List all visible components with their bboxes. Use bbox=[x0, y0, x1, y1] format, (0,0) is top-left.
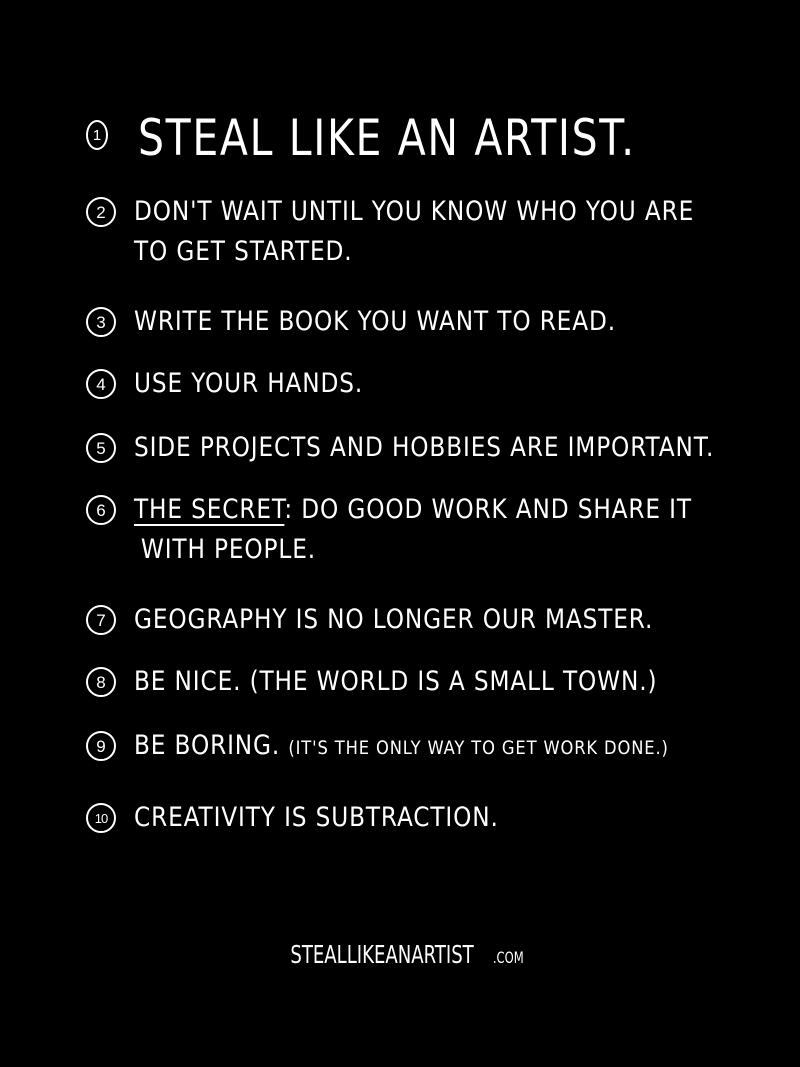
footer-tld: .com bbox=[492, 948, 524, 967]
rule-number-1: 1 bbox=[86, 120, 108, 150]
rule-text-6-line-1: The secret: do good work and share it bbox=[134, 490, 692, 530]
rule-text-3: Write the book you want to read. bbox=[134, 306, 616, 337]
rule-9: 9 Be boring. (It's the only way to get w… bbox=[86, 726, 766, 768]
rule-text-2-line-1: Don't wait until you know who you are bbox=[134, 196, 695, 227]
secret-highlight: The secret bbox=[134, 494, 285, 525]
rule-number-4: 4 bbox=[86, 369, 116, 399]
rule-number-8: 8 bbox=[86, 667, 116, 697]
rule-6: 6 The secret: do good work and share it … bbox=[86, 490, 766, 570]
rule-7: 7 Geography is no longer our master. bbox=[86, 600, 766, 640]
website-footer: StealLikeAnArtist .com bbox=[0, 940, 800, 969]
rule-4: 4 Use your hands. bbox=[86, 364, 766, 404]
rule-1: 1 Steal like an artist. bbox=[86, 108, 766, 168]
rule-8: 8 Be nice. (The world is a small town.) bbox=[86, 662, 766, 702]
rule-2: 2 Don't wait until you know who you are … bbox=[86, 192, 766, 272]
poster: 1 Steal like an artist. 2 Don't wait unt… bbox=[0, 0, 800, 1067]
rule-number-10: 10 bbox=[86, 803, 116, 833]
rule-number-2: 2 bbox=[86, 197, 116, 227]
rule-text-8: Be nice. (The world is a small town.) bbox=[134, 666, 658, 697]
rule-text-6-rest: : do good work and share it bbox=[284, 494, 692, 525]
rule-text-2: Don't wait until you know who you are to… bbox=[134, 192, 694, 272]
rule-number-9: 9 bbox=[86, 731, 116, 761]
rule-text-4: Use your hands. bbox=[134, 368, 364, 399]
rule-text-7: Geography is no longer our master. bbox=[134, 604, 654, 635]
rule-text-6-line-2: with people. bbox=[140, 534, 316, 565]
rule-5: 5 Side projects and hobbies are importan… bbox=[86, 428, 766, 468]
rule-text-9: Be boring. (It's the only way to get wor… bbox=[134, 726, 669, 768]
footer-site: StealLikeAnArtist bbox=[290, 940, 474, 969]
rule-number-3: 3 bbox=[86, 307, 116, 337]
rule-text-1: Steal like an artist. bbox=[138, 109, 636, 167]
footer-text: StealLikeAnArtist .com bbox=[274, 940, 526, 969]
rule-10: 10 Creativity is subtraction. bbox=[86, 798, 766, 838]
rule-3: 3 Write the book you want to read. bbox=[86, 302, 766, 342]
rule-text-9-main: Be boring. bbox=[134, 730, 281, 761]
rule-number-5: 5 bbox=[86, 433, 116, 463]
rule-text-2-line-2: to get started. bbox=[134, 236, 353, 267]
rule-number-6: 6 bbox=[86, 495, 116, 525]
rule-number-7: 7 bbox=[86, 605, 116, 635]
rule-text-10: Creativity is subtraction. bbox=[134, 802, 499, 833]
rule-text-6: The secret: do good work and share it wi… bbox=[134, 490, 692, 570]
rule-text-5: Side projects and hobbies are important. bbox=[134, 432, 715, 463]
rule-text-9-aside: (It's the only way to get work done.) bbox=[288, 737, 669, 759]
